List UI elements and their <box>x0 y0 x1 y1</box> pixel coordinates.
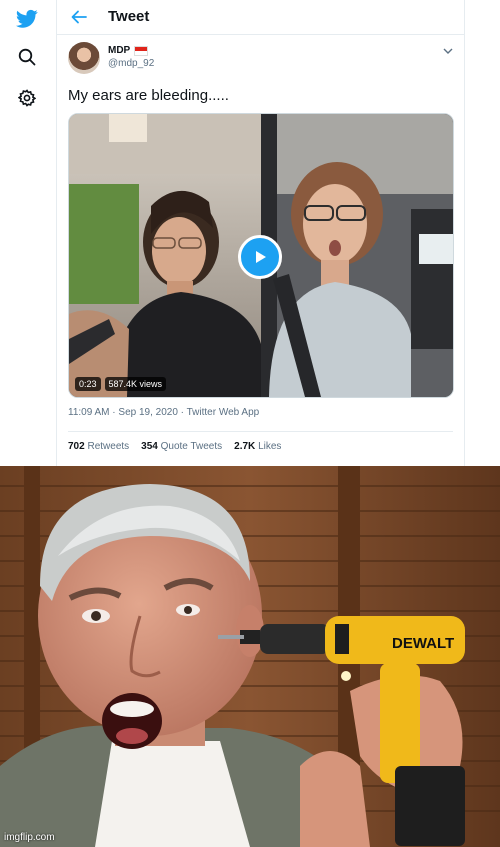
drill-brand-text: DEWALT <box>392 635 454 652</box>
divider <box>68 431 453 432</box>
display-name[interactable]: MDP <box>108 45 130 56</box>
chevron-down-icon[interactable] <box>442 44 454 56</box>
tweet-video[interactable]: 0:23 587.4K views <box>68 113 454 398</box>
page-title: Tweet <box>108 8 150 25</box>
play-icon <box>256 251 266 263</box>
side-nav <box>0 0 56 466</box>
retweets-stat[interactable]: 702 Retweets <box>68 441 129 452</box>
tweet-timestamp[interactable]: 11:09 AM · Sep 19, 2020 · Twitter Web Ap… <box>68 407 259 418</box>
likes-stat[interactable]: 2.7K Likes <box>234 441 281 452</box>
video-views: 587.4K views <box>104 377 167 391</box>
tweet-stats: 702 Retweets 354 Quote Tweets 2.7K Likes <box>68 441 281 452</box>
video-duration: 0:23 <box>75 377 101 391</box>
back-arrow-icon[interactable] <box>69 7 89 27</box>
user-handle[interactable]: @mdp_92 <box>108 58 154 69</box>
tweet-text: My ears are bleeding..... <box>68 87 229 104</box>
flag-icon <box>134 45 149 56</box>
tweet-column: Tweet MDP @mdp_92 My ears are bleeding..… <box>56 0 465 466</box>
quote-tweets-stat[interactable]: 354 Quote Tweets <box>141 441 222 452</box>
watermark: imgflip.com <box>4 832 55 843</box>
twitter-logo-icon[interactable] <box>14 6 40 32</box>
avatar[interactable] <box>68 42 100 74</box>
search-icon[interactable] <box>14 44 40 70</box>
meme-photo: DEWALT imgflip.com <box>0 466 500 847</box>
play-button[interactable] <box>238 235 282 279</box>
tweet-screenshot: Tweet MDP @mdp_92 My ears are bleeding..… <box>0 0 500 466</box>
tweet-header: Tweet <box>57 0 464 35</box>
video-frame-right <box>261 114 453 397</box>
video-info-badges: 0:23 587.4K views <box>75 377 167 391</box>
settings-gear-icon[interactable] <box>14 85 40 111</box>
video-frame-left <box>69 114 261 397</box>
display-name-row[interactable]: MDP <box>108 45 149 56</box>
